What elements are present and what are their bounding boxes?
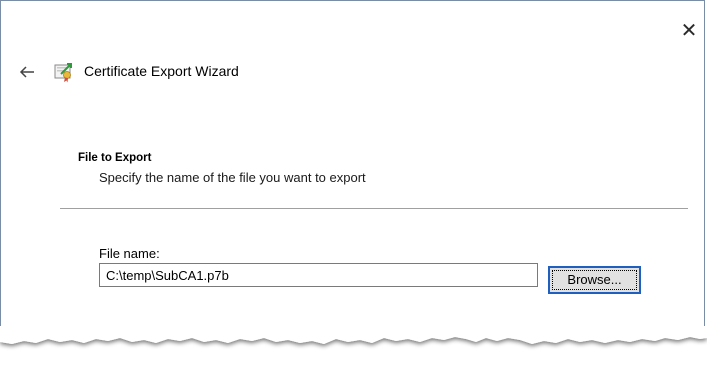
back-button[interactable]: [17, 62, 37, 82]
close-icon: ✕: [680, 20, 698, 42]
back-arrow-icon: [19, 66, 34, 78]
file-name-label: File name:: [99, 246, 160, 261]
file-name-input[interactable]: [99, 263, 538, 287]
screenshot-canvas: ✕ Certificate Export Wizard File to Expo…: [0, 0, 707, 368]
section-subtitle: Specify the name of the file you want to…: [99, 170, 366, 185]
torn-paper-edge: [0, 326, 707, 368]
certificate-icon: [53, 62, 75, 84]
wizard-title: Certificate Export Wizard: [84, 63, 239, 79]
browse-button-label: Browse...: [567, 272, 622, 287]
certificate-export-dialog: ✕ Certificate Export Wizard File to Expo…: [0, 0, 705, 368]
browse-button[interactable]: Browse...: [548, 266, 641, 294]
close-button[interactable]: ✕: [677, 19, 701, 43]
section-heading: File to Export: [78, 152, 152, 164]
header-divider: [60, 208, 688, 209]
